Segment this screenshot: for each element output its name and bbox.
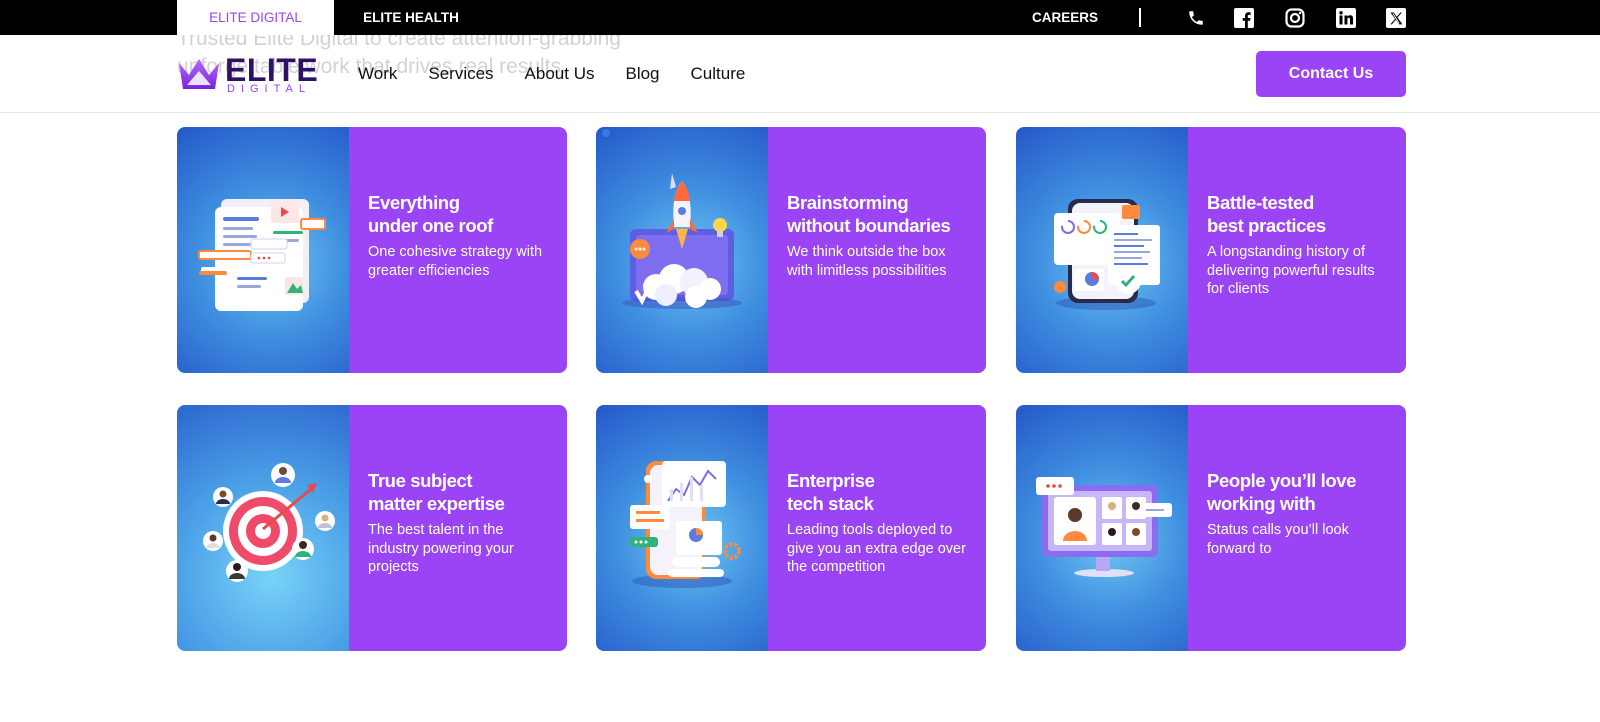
feature-card-title: True subject matter expertise	[368, 469, 553, 515]
topbar-divider	[1139, 8, 1141, 27]
logo-word: ELITE	[225, 52, 319, 88]
title-line-2: working with	[1207, 493, 1316, 514]
nav-work[interactable]: Work	[358, 64, 397, 84]
title-line-2: tech stack	[787, 493, 874, 514]
title-line-2: without boundaries	[787, 215, 951, 236]
instagram-icon[interactable]	[1285, 8, 1305, 28]
feature-card-text: Battle-tested best practices A longstandi…	[1188, 127, 1406, 373]
top-bar: ELITE DIGITAL ELITE HEALTH CAREERS	[0, 0, 1600, 35]
title-line-1: Everything	[368, 192, 460, 213]
title-line-1: Battle-tested	[1207, 192, 1314, 213]
feature-card-text: Enterprise tech stack Leading tools deplo…	[768, 405, 986, 651]
feature-card-description: One cohesive strategy with greater effic…	[368, 244, 543, 279]
feature-card: True subject matter expertise The best ta…	[177, 405, 567, 651]
feature-card-text: Brainstorming without boundaries We think…	[768, 127, 986, 373]
linkedin-icon[interactable]	[1336, 8, 1356, 28]
feature-card: Battle-tested best practices A longstandi…	[1016, 127, 1406, 373]
title-line-2: best practices	[1207, 215, 1326, 236]
features-grid: Everything under one roof One cohesive st…	[177, 127, 1406, 653]
feature-card-description: The best talent in the industry powering…	[368, 522, 514, 575]
title-line-1: Enterprise	[787, 470, 875, 491]
x-icon[interactable]	[1386, 8, 1406, 28]
feature-card: Enterprise tech stack Leading tools deplo…	[596, 405, 986, 651]
feature-card-text: People you’ll love working with Status ca…	[1188, 405, 1406, 651]
feature-card-title: Everything under one roof	[368, 191, 553, 237]
contact-us-button[interactable]: Contact Us	[1256, 51, 1406, 97]
target-people-illustration	[177, 405, 349, 651]
title-line-2: matter expertise	[368, 493, 505, 514]
tablet-analytics-illustration	[1016, 127, 1188, 373]
site-header: Trusted Elite Digital to create attentio…	[0, 35, 1600, 113]
documents-illustration	[177, 127, 349, 373]
facebook-icon[interactable]	[1234, 8, 1254, 28]
feature-card-text: True subject matter expertise The best ta…	[349, 405, 567, 651]
careers-link[interactable]: CAREERS	[1032, 0, 1098, 35]
feature-card: Brainstorming without boundaries We think…	[596, 127, 986, 373]
feature-card-description: Leading tools deployed to give you an ex…	[787, 522, 966, 575]
feature-card-title: Brainstorming without boundaries	[787, 191, 972, 237]
video-call-illustration	[1016, 405, 1188, 651]
phone-dashboard-illustration	[596, 405, 768, 651]
feature-card-description: A longstanding history of delivering pow…	[1207, 244, 1375, 297]
feature-card-text: Everything under one roof One cohesive st…	[349, 127, 567, 373]
title-line-1: True subject	[368, 470, 473, 491]
feature-card: People you’ll love working with Status ca…	[1016, 405, 1406, 651]
feature-card-title: Battle-tested best practices	[1207, 191, 1392, 237]
feature-card-title: Enterprise tech stack	[787, 469, 972, 515]
rocket-launch-illustration	[596, 127, 768, 373]
tab-elite-digital[interactable]: ELITE DIGITAL	[177, 0, 334, 35]
feature-card: Everything under one roof One cohesive st…	[177, 127, 567, 373]
title-line-2: under one roof	[368, 215, 493, 236]
tab-elite-health[interactable]: ELITE HEALTH	[360, 0, 462, 35]
feature-card-description: Status calls you’ll look forward to	[1207, 522, 1349, 557]
phone-icon[interactable]	[1186, 8, 1206, 28]
elite-digital-logo[interactable]: ELITE DIGITAL	[177, 52, 319, 95]
nav-services[interactable]: Services	[428, 64, 493, 84]
logo-subword: DIGITAL	[227, 83, 311, 95]
crown-icon	[179, 59, 219, 89]
title-line-1: People you’ll love	[1207, 470, 1357, 491]
feature-card-description: We think outside the box with limitless …	[787, 244, 947, 279]
title-line-1: Brainstorming	[787, 192, 909, 213]
nav-about-us[interactable]: About Us	[525, 64, 595, 84]
feature-card-title: People you’ll love working with	[1207, 469, 1392, 515]
nav-blog[interactable]: Blog	[625, 64, 659, 84]
nav-culture[interactable]: Culture	[691, 64, 746, 84]
main-nav: Work Services About Us Blog Culture	[358, 35, 776, 112]
